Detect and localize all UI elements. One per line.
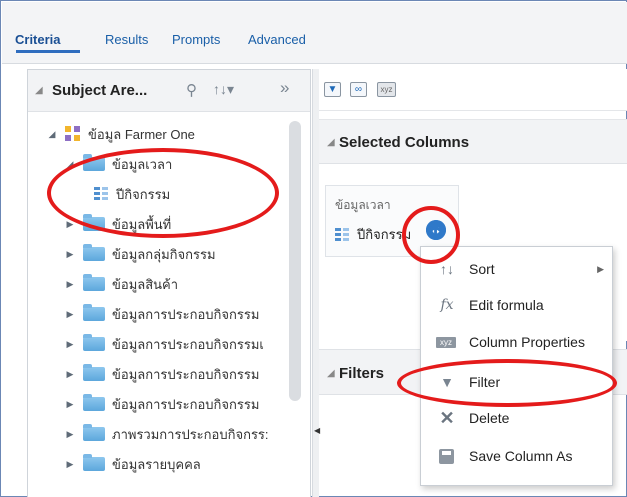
tree-column-label: ปีกิจกรรม xyxy=(116,186,171,202)
search-icon[interactable]: ⚲ xyxy=(186,81,197,99)
collapse-triangle-icon[interactable]: ◢ xyxy=(327,137,335,148)
sort-icon: ↑↓ xyxy=(440,261,454,277)
folder-icon xyxy=(83,364,105,381)
menu-item-delete[interactable]: ✕ Delete xyxy=(421,400,612,436)
tab-bar: Criteria Results Prompts Advanced xyxy=(2,2,627,64)
collapsed-triangle-icon[interactable]: ▶ xyxy=(64,369,76,380)
collapsed-triangle-icon[interactable]: ▶ xyxy=(64,339,76,350)
tree-folder-label: ข้อมูลเวลา xyxy=(112,156,173,172)
tree-folder[interactable]: ▶ ข้อมูลการประกอบกิจกรรม xyxy=(64,393,286,415)
folder-icon xyxy=(83,274,105,291)
xyz-toolbar-icon[interactable]: xyz xyxy=(377,82,396,97)
save-icon xyxy=(439,448,454,464)
menu-item-label: Save Column As xyxy=(469,448,573,464)
active-tab-indicator xyxy=(16,50,80,53)
column-item[interactable]: ปีกิจกรรม xyxy=(335,224,411,245)
column-context-menu: ↑↓ Sort ▶ fx Edit formula xyz Column Pro… xyxy=(420,246,613,486)
column-icon xyxy=(94,187,108,201)
tree-folder-label: ข้อมูลกลุ่มกิจกรรม xyxy=(112,246,216,262)
menu-item-column-properties[interactable]: xyz Column Properties xyxy=(421,324,612,360)
subject-areas-title: Subject Are... xyxy=(52,82,148,99)
tree-scrollbar[interactable] xyxy=(289,121,301,401)
selected-columns-header: ◢ Selected Columns xyxy=(319,120,627,164)
folder-icon xyxy=(83,334,105,351)
tree-folder[interactable]: ▶ ข้อมูลการประกอบกิจกรรม xyxy=(64,303,286,325)
sort-icon[interactable]: ↑↓▾ xyxy=(213,81,234,98)
delete-icon: ✕ xyxy=(439,407,455,428)
menu-item-label: Edit formula xyxy=(469,297,544,313)
menu-item-filter[interactable]: ▼ Filter xyxy=(421,364,612,400)
tab-prompts[interactable]: Prompts xyxy=(172,32,220,47)
collapsed-triangle-icon[interactable]: ▶ xyxy=(64,279,76,290)
tree-folder-label: ข้อมูลพื้นที่ xyxy=(112,216,172,232)
folder-icon xyxy=(83,244,105,261)
filters-title: Filters xyxy=(339,365,385,382)
tree-folder-label: ภาพรวมการประกอบกิจกรร: xyxy=(112,426,269,442)
tree-folder-time[interactable]: ◢ ข้อมูลเวลา xyxy=(64,153,172,175)
tab-results[interactable]: Results xyxy=(105,32,148,47)
double-chevron-right-icon[interactable]: » xyxy=(280,78,289,98)
tree-column-year[interactable]: ปีกิจกรรม xyxy=(94,183,170,205)
collapse-triangle-icon[interactable]: ◢ xyxy=(35,85,43,96)
menu-item-save-column-as[interactable]: Save Column As xyxy=(421,438,612,474)
tree-folder-label: ข้อมูลสินค้า xyxy=(112,276,179,292)
gear-icon[interactable] xyxy=(426,218,446,240)
collapse-triangle-icon[interactable]: ◢ xyxy=(327,368,335,379)
menu-item-label: Filter xyxy=(469,374,501,390)
folder-icon xyxy=(83,454,105,471)
tree-folder-label: ข้อมูลการประกอบกิจกรรมเ xyxy=(112,336,264,352)
expanded-triangle-icon[interactable]: ◢ xyxy=(46,129,58,140)
menu-item-sort[interactable]: ↑↓ Sort ▶ xyxy=(421,251,612,287)
collapse-left-icon[interactable]: ◀ xyxy=(314,426,320,435)
submenu-arrow-icon: ▶ xyxy=(597,263,604,274)
collapsed-triangle-icon[interactable]: ▶ xyxy=(64,399,76,410)
tree-root-label: ข้อมูล Farmer One xyxy=(88,126,195,142)
menu-item-label: Delete xyxy=(469,410,510,426)
collapsed-triangle-icon[interactable]: ▶ xyxy=(64,429,76,440)
tree-folder-label: ข้อมูลการประกอบกิจกรรม xyxy=(112,366,260,382)
tree-folder[interactable]: ▶ ข้อมูลสินค้า xyxy=(64,273,178,295)
edit-formula-toolbar-icon[interactable]: ∞ xyxy=(350,82,367,97)
filter-icon: ▼ xyxy=(440,374,454,390)
collapsed-triangle-icon[interactable]: ▶ xyxy=(64,459,76,470)
folder-icon xyxy=(83,304,105,321)
folder-icon xyxy=(83,154,105,171)
tree-folder-label: ข้อมูลการประกอบกิจกรรม xyxy=(112,306,260,322)
panel-splitter[interactable]: ◀ xyxy=(312,69,320,497)
filter-toolbar-icon[interactable]: ▼ xyxy=(324,82,341,97)
folder-icon xyxy=(83,424,105,441)
column-icon xyxy=(335,227,349,242)
collapsed-triangle-icon[interactable]: ▶ xyxy=(64,219,76,230)
tree-folder[interactable]: ▶ ข้อมูลการประกอบกิจกรรม xyxy=(64,363,286,385)
menu-item-edit-formula[interactable]: fx Edit formula xyxy=(421,287,612,323)
tab-criteria[interactable]: Criteria xyxy=(15,32,61,47)
answers-editor-window: Criteria Results Prompts Advanced ◢ Subj… xyxy=(0,0,627,497)
expanded-triangle-icon[interactable]: ◢ xyxy=(64,159,76,170)
tab-advanced[interactable]: Advanced xyxy=(248,32,306,47)
column-folder-label: ข้อมูลเวลา xyxy=(335,198,391,212)
subject-areas-panel: ◢ Subject Are... ⚲ ↑↓▾ » ◢ ข้อมูล Farmer… xyxy=(27,69,311,497)
folder-icon xyxy=(83,394,105,411)
criteria-toolbar: ▼ ∞ xyz xyxy=(319,69,627,111)
tree-root[interactable]: ◢ ข้อมูล Farmer One xyxy=(46,123,195,145)
collapsed-triangle-icon[interactable]: ▶ xyxy=(64,249,76,260)
fx-icon: fx xyxy=(440,297,454,313)
collapsed-triangle-icon[interactable]: ▶ xyxy=(64,309,76,320)
tree-folder[interactable]: ▶ ข้อมูลพื้นที่ xyxy=(64,213,171,235)
column-name: ปีกิจกรรม xyxy=(357,227,412,242)
tree-folder-label: ข้อมูลการประกอบกิจกรรม xyxy=(112,396,260,412)
subject-area-icon xyxy=(65,126,81,142)
tree-folder[interactable]: ▶ ภาพรวมการประกอบกิจกรร: xyxy=(64,423,286,445)
folder-icon xyxy=(83,214,105,231)
tree-folder[interactable]: ▶ ข้อมูลกลุ่มกิจกรรม xyxy=(64,243,216,265)
xyz-icon: xyz xyxy=(436,336,456,348)
subject-areas-header: ◢ Subject Are... ⚲ ↑↓▾ » xyxy=(28,70,310,112)
menu-item-label: Column Properties xyxy=(469,334,585,350)
menu-item-label: Sort xyxy=(469,261,495,277)
selected-columns-title: Selected Columns xyxy=(339,134,470,151)
tree-folder[interactable]: ▶ ข้อมูลการประกอบกิจกรรมเ xyxy=(64,333,286,355)
tree-folder-label: ข้อมูลรายบุคคล xyxy=(112,456,201,472)
tree-folder[interactable]: ▶ ข้อมูลรายบุคคล xyxy=(64,453,201,475)
